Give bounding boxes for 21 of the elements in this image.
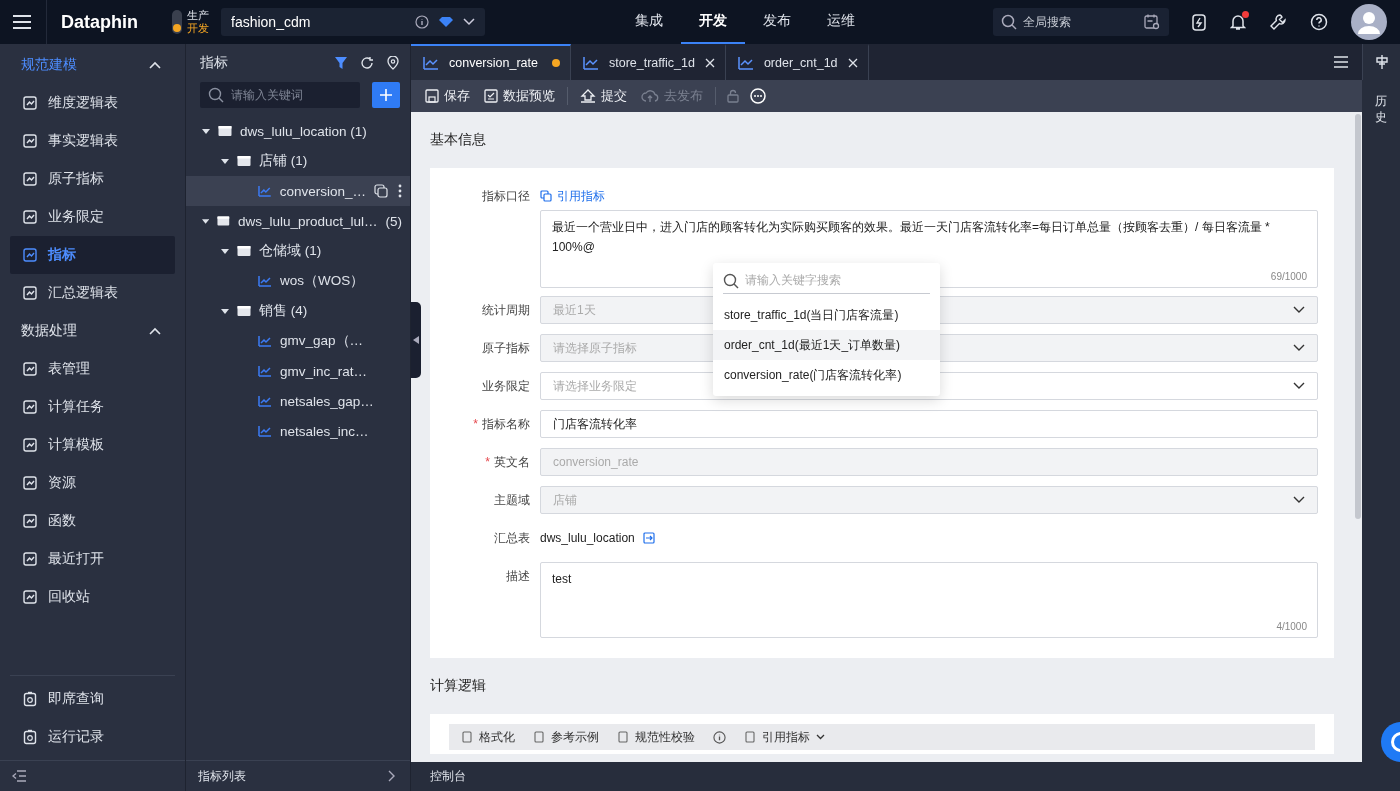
field-label: 汇总表 bbox=[494, 531, 530, 545]
field-label: 统计周期 bbox=[482, 303, 530, 317]
field-label: 指标名称 bbox=[482, 417, 530, 431]
environment-label: 生产 bbox=[187, 9, 209, 22]
required-mark: * bbox=[473, 417, 478, 431]
field-label: 原子指标 bbox=[482, 341, 530, 355]
field-label: 英文名 bbox=[494, 455, 530, 469]
field-label: 主题域 bbox=[494, 493, 530, 507]
environment-label: 开发 bbox=[187, 22, 209, 35]
field-label: 业务限定 bbox=[482, 379, 530, 393]
field-label: 指标口径 bbox=[482, 189, 530, 203]
field-label: 描述 bbox=[506, 569, 530, 583]
section-title: 数据处理 bbox=[21, 322, 77, 340]
required-mark: * bbox=[485, 455, 490, 469]
section-title: 计算逻辑 bbox=[430, 676, 487, 695]
char-counter: 69/1000 bbox=[1270, 271, 1307, 283]
panel-title: 指标 bbox=[200, 54, 228, 72]
summary-table-name: dws_lulu_location bbox=[540, 531, 635, 545]
section-title: 规范建模 bbox=[21, 56, 77, 74]
section-title: 基本信息 bbox=[430, 130, 487, 149]
char-counter: 4/1000 bbox=[1276, 621, 1307, 633]
